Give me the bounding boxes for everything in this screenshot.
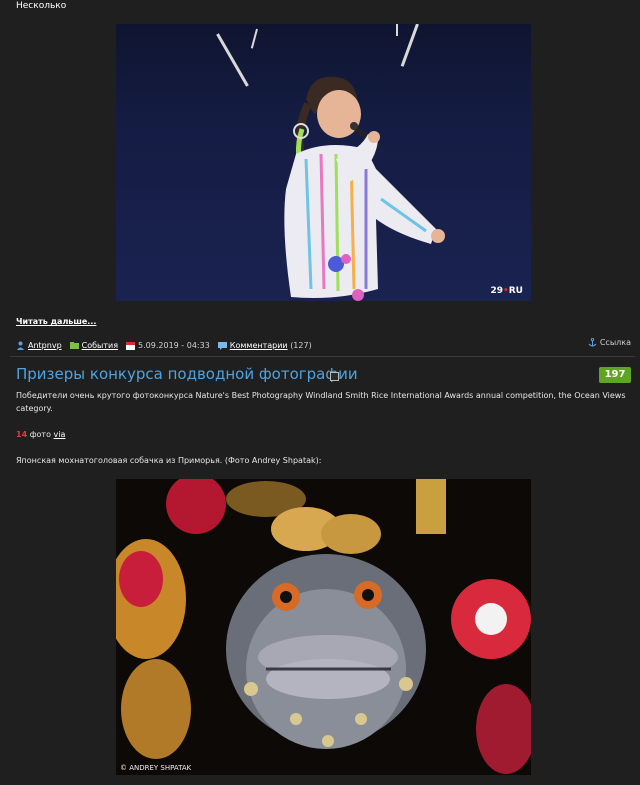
permalink[interactable]: Ссылка bbox=[588, 337, 631, 347]
photo-word: фото bbox=[29, 430, 51, 439]
comments-icon bbox=[217, 341, 227, 350]
category-link[interactable]: События bbox=[82, 341, 118, 350]
confetti-streamer bbox=[216, 33, 249, 87]
comments-link[interactable]: Комментарии bbox=[230, 341, 288, 350]
author-link[interactable]: Antpnvp bbox=[28, 341, 62, 350]
confetti-streamer bbox=[250, 28, 258, 49]
post-photo-fish[interactable]: © ANDREY SHPATAK bbox=[116, 479, 531, 775]
post-description: Победители очень крутого фотоконкурса Na… bbox=[16, 391, 626, 413]
comments-count: (127) bbox=[290, 340, 312, 350]
photo-watermark: 29•RU bbox=[490, 286, 523, 296]
confetti-streamer bbox=[396, 24, 398, 36]
calendar-icon bbox=[126, 341, 136, 350]
permalink-label[interactable]: Ссылка bbox=[600, 338, 631, 347]
post-title[interactable]: Призеры конкурса подводной фотографии bbox=[16, 365, 358, 383]
post-photo-performer[interactable]: 29•RU bbox=[116, 24, 531, 301]
user-icon bbox=[16, 341, 25, 350]
post-score-badge: 197 bbox=[599, 367, 631, 383]
post-date: 5.09.2019 - 04:33 bbox=[138, 340, 210, 350]
photo-count-line: 14 фото via bbox=[16, 430, 65, 439]
photo-count: 14 bbox=[16, 430, 28, 439]
via-link[interactable]: via bbox=[54, 430, 66, 439]
external-link-icon[interactable] bbox=[330, 372, 339, 381]
previous-post-text: Несколько bbox=[16, 1, 67, 11]
post-divider bbox=[10, 356, 635, 357]
folder-icon bbox=[69, 341, 79, 350]
performer-figure bbox=[284, 76, 445, 301]
photo-caption: Японская мохнатоголовая собачка из Примо… bbox=[16, 456, 322, 465]
anchor-icon bbox=[588, 337, 597, 347]
fish-photo-illustration bbox=[116, 479, 531, 775]
photo-credit-watermark: © ANDREY SHPATAK bbox=[120, 764, 192, 772]
read-more-link[interactable]: Читать дальше... bbox=[16, 317, 96, 326]
post-meta-row: Antpnvp События 5.09.2019 - 04:33 Коммен… bbox=[16, 337, 631, 352]
page: Несколько 29•RU Читать дальше... Antpnvp… bbox=[0, 0, 640, 785]
